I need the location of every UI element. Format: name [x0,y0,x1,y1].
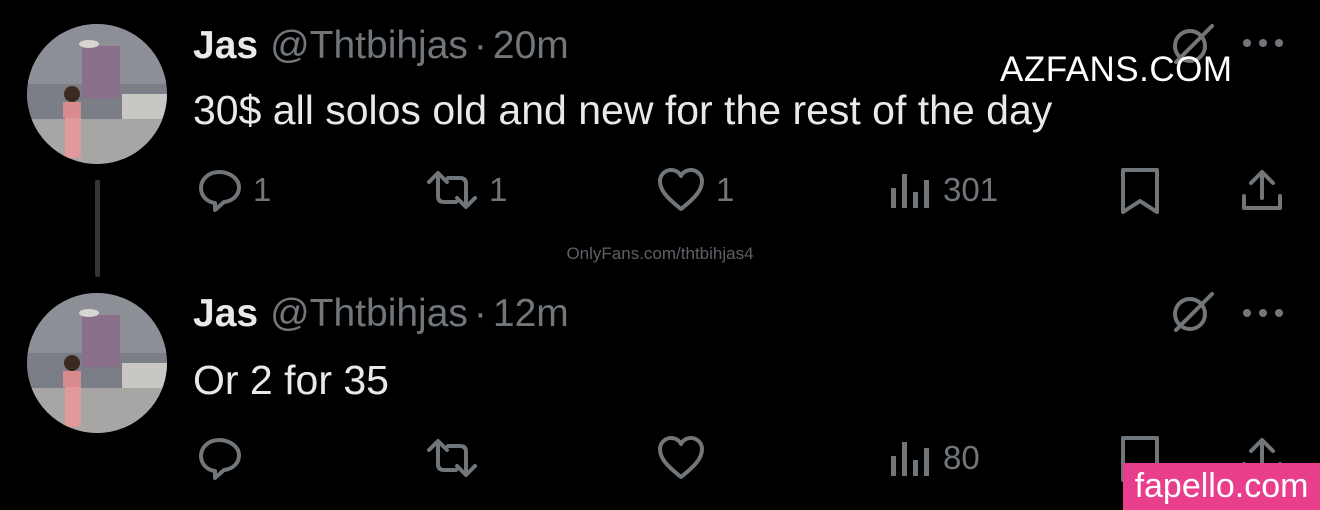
repost-button[interactable] [425,434,489,482]
repost-icon [427,171,477,209]
azfans-watermark: AZFANS.COM [1000,50,1233,89]
views-button[interactable]: 301 [889,166,998,214]
views-icon [891,174,929,208]
views-icon [891,442,929,476]
views-count: 301 [943,171,999,208]
display-name[interactable]: Jas [193,24,258,67]
timestamp[interactable]: 12m [493,292,569,335]
avatar[interactable] [27,24,167,164]
repost-count: 1 [489,171,508,208]
avatar[interactable] [27,293,167,433]
repost-icon [427,439,477,477]
share-button[interactable] [1238,166,1286,214]
reply-button[interactable] [195,434,253,482]
more-icon[interactable] [1240,35,1286,51]
views-count: 80 [943,439,980,476]
onlyfans-watermark: OnlyFans.com/thtbihjas4 [566,244,754,263]
reply-icon [199,170,241,212]
timestamp[interactable]: 20m [493,24,569,67]
separator-dot: · [473,292,487,335]
display-name[interactable]: Jas [193,292,258,335]
reply-button[interactable]: 1 [195,166,271,214]
like-icon [658,436,704,479]
like-count: 1 [716,171,735,208]
user-handle[interactable]: @Thtbihjas [270,292,468,335]
reply-icon [199,438,241,480]
like-icon [658,168,704,211]
share-icon [1242,170,1282,210]
views-button[interactable]: 80 [889,434,980,482]
reply-count: 1 [253,171,272,208]
tweet-header: Jas @Thtbihjas · 20m [193,23,569,69]
tweet-header: Jas @Thtbihjas · 12m [193,291,569,337]
repost-button[interactable]: 1 [425,166,507,214]
like-button[interactable] [656,434,716,482]
separator-dot: · [473,24,487,67]
tweet-text: Or 2 for 35 [193,357,389,403]
grok-icon[interactable] [1166,288,1216,338]
tweet-text: 30$ all solos old and new for the rest o… [193,87,1053,133]
like-button[interactable]: 1 [656,166,734,214]
user-handle[interactable]: @Thtbihjas [270,24,468,67]
fapello-watermark: fapello.com [1123,463,1320,510]
bookmark-button[interactable] [1118,166,1162,216]
more-icon[interactable] [1240,305,1286,321]
bookmark-icon [1121,168,1159,214]
